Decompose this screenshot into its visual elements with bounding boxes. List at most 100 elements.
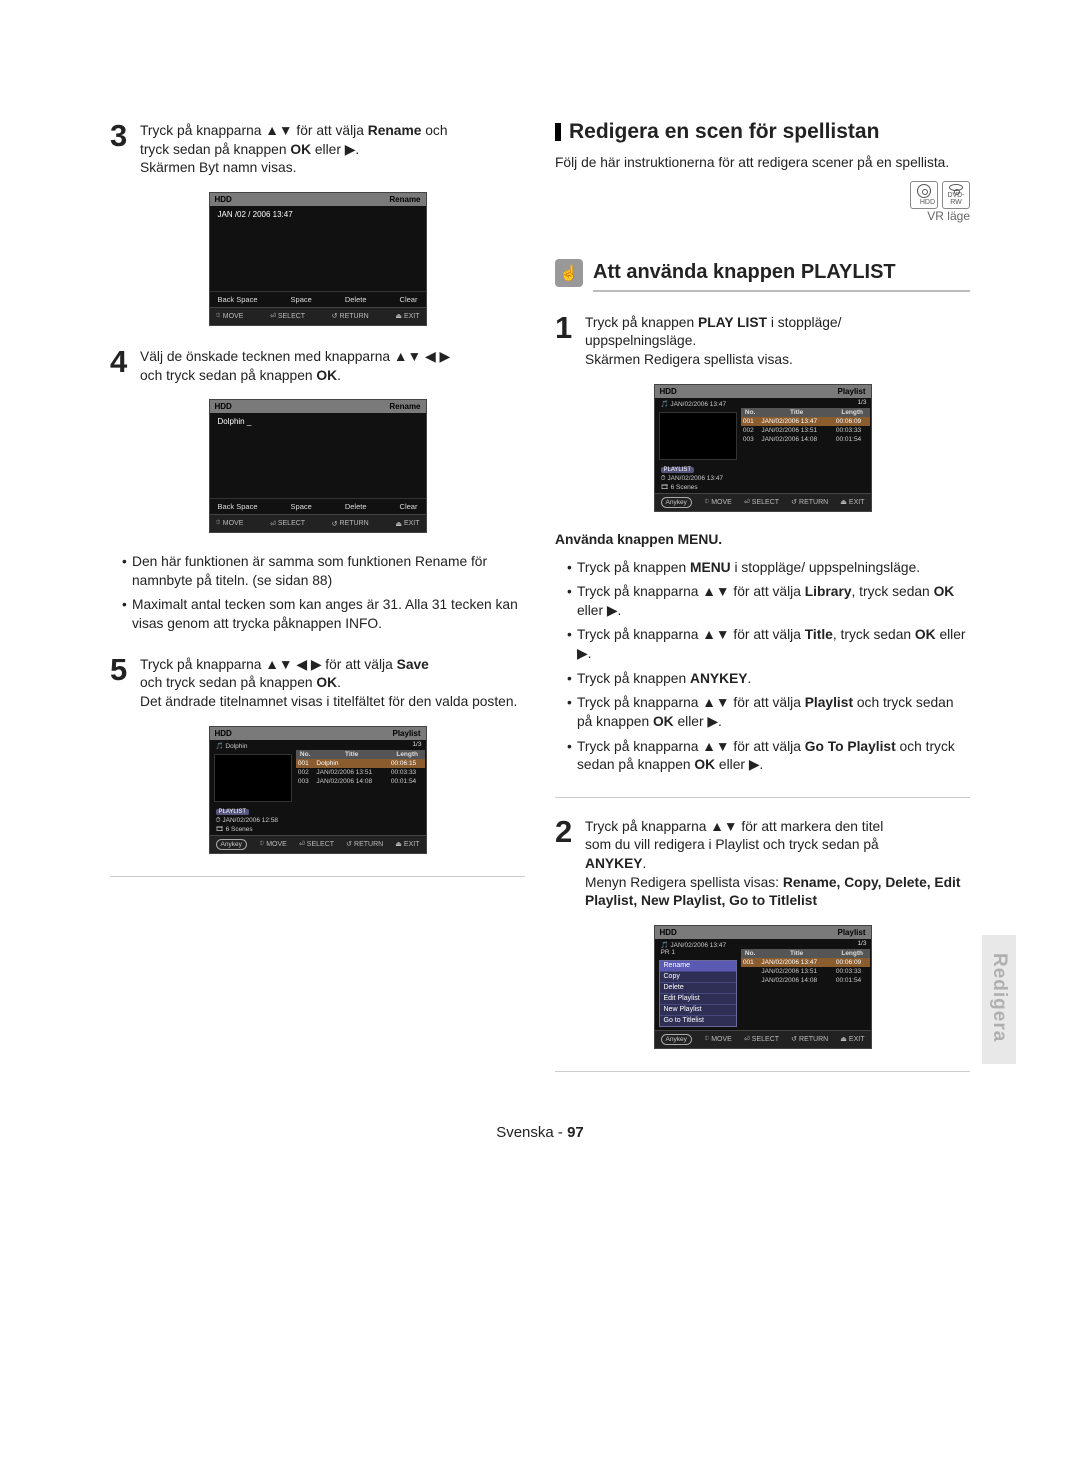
hdd-label: HDD bbox=[660, 387, 677, 396]
ctx-delete: Delete bbox=[660, 983, 736, 994]
playlist-table: No. Title Length 001JAN/02/2006 13:4700:… bbox=[741, 408, 871, 444]
clear-btn: Clear bbox=[400, 502, 418, 511]
subtitle: JAN/02/2006 13:47 bbox=[670, 401, 726, 408]
preview-box bbox=[214, 754, 292, 802]
col-no: No. bbox=[296, 750, 315, 759]
col-title: Title bbox=[759, 408, 833, 417]
count-label: 1/3 bbox=[741, 398, 871, 406]
clear-btn: Clear bbox=[400, 295, 418, 304]
select-hint: SELECT bbox=[278, 520, 305, 527]
note-item: Maximalt antal tecken som kan anges är 3… bbox=[122, 596, 525, 633]
note-item: Tryck på knapparna ▲▼ för att välja Libr… bbox=[567, 583, 970, 620]
col-title: Title bbox=[314, 750, 388, 759]
col-title: Title bbox=[759, 949, 833, 958]
exit-hint: EXIT bbox=[849, 1036, 865, 1043]
screen-title: Playlist bbox=[837, 387, 865, 396]
screen-buttons: Back Space Space Delete Clear bbox=[210, 498, 426, 514]
table-row: 003JAN/02/2006 14:0800:01:54 bbox=[741, 435, 871, 444]
step-2: 2 Tryck på knapparna ▲▼ för att markera … bbox=[555, 816, 970, 911]
delete-btn: Delete bbox=[345, 502, 367, 511]
section-title: Redigera en scen för spellistan bbox=[569, 120, 879, 144]
return-hint: RETURN bbox=[340, 313, 369, 320]
context-menu: Rename Copy Delete Edit Playlist New Pla… bbox=[659, 960, 737, 1027]
t: Tryck på knappen bbox=[585, 315, 698, 330]
playlist-tag: PLAYLIST bbox=[216, 809, 250, 815]
t: Skärmen Byt namn visas. bbox=[140, 160, 296, 175]
ok-label: OK bbox=[316, 675, 337, 690]
t: . bbox=[337, 675, 341, 690]
preview-box bbox=[659, 412, 737, 460]
col-length: Length bbox=[834, 408, 871, 417]
disc-hdd-icon: HDD bbox=[910, 181, 938, 209]
screen-footer: Anykey ⯐ MOVE ⏎ SELECT ↺ RETURN ⏏ EXIT bbox=[210, 835, 426, 853]
t: och tryck sedan på knappen bbox=[140, 368, 316, 383]
hdd-label: HDD bbox=[215, 402, 232, 411]
t: för att välja bbox=[321, 657, 396, 672]
t: Tryck på knapparna bbox=[140, 123, 265, 138]
screenshot-playlist-r1: HDD Playlist 🎵 JAN/02/2006 13:47 PLAYLIS… bbox=[654, 384, 872, 512]
col-no: No. bbox=[741, 408, 760, 417]
ctx-rename: Rename bbox=[660, 961, 736, 972]
step-number: 1 bbox=[555, 312, 577, 370]
anykey-pill: Anykey bbox=[661, 497, 692, 508]
date-label: JAN /02 / 2006 13:47 bbox=[218, 210, 293, 219]
t: Skärmen Redigera spellista visas. bbox=[585, 352, 793, 367]
step-number: 4 bbox=[110, 346, 132, 385]
col-length: Length bbox=[389, 750, 426, 759]
anykey-label: ANYKEY bbox=[585, 856, 643, 871]
arrows-icon: ▲▼ ◀ ▶ bbox=[265, 657, 321, 672]
subtitle: JAN/02/2006 13:47 PR 1 bbox=[661, 942, 727, 956]
playlist-table: No. Title Length 001Dolphin00:06:15 002J… bbox=[296, 750, 426, 786]
intro-text: Följ de här instruktionerna för att redi… bbox=[555, 154, 970, 173]
delete-btn: Delete bbox=[345, 295, 367, 304]
subtitle: Dolphin bbox=[225, 743, 247, 750]
col-no: No. bbox=[741, 949, 760, 958]
playlist-label: PLAY LIST bbox=[698, 315, 767, 330]
hand-icon: ☝ bbox=[555, 259, 583, 287]
t: Det ändrade titelnamnet visas i titelfäl… bbox=[140, 694, 517, 709]
disc-dvdrw-icon: DVD-RW bbox=[942, 181, 970, 209]
manual-page: 3 Tryck på knapparna ▲▼ för att välja Re… bbox=[0, 0, 1080, 1481]
screen-footer: Anykey ⯐ MOVE ⏎ SELECT ↺ RETURN ⏏ EXIT bbox=[655, 1030, 871, 1048]
playlist-tag: PLAYLIST bbox=[661, 467, 695, 473]
select-hint: SELECT bbox=[278, 313, 305, 320]
step-number: 5 bbox=[110, 654, 132, 712]
info-scenes: 6 Scenes bbox=[671, 484, 698, 491]
t: . bbox=[643, 856, 647, 871]
screen-footer: ⯐ MOVE ⏎ SELECT ↺ RETURN ⏏ EXIT bbox=[210, 307, 426, 325]
table-row: JAN/02/2006 14:0800:01:54 bbox=[741, 976, 871, 985]
screen-buttons: Back Space Space Delete Clear bbox=[210, 291, 426, 307]
menu-heading: Använda knappen MENU. bbox=[555, 532, 970, 547]
subsection-row: ☝ Att använda knappen PLAYLIST bbox=[555, 249, 970, 298]
space-btn: Space bbox=[291, 502, 312, 511]
screenshot-rename-1: HDD Rename JAN /02 / 2006 13:47 Back Spa… bbox=[209, 192, 427, 326]
t: för att välja bbox=[293, 123, 368, 138]
step-3: 3 Tryck på knapparna ▲▼ för att välja Re… bbox=[110, 120, 525, 178]
move-hint: MOVE bbox=[266, 841, 287, 848]
subsection-title: Att använda knappen PLAYLIST bbox=[593, 261, 970, 292]
vr-mode-label: VR läge bbox=[910, 209, 970, 223]
note-item: Tryck på knappen ANYKEY. bbox=[567, 670, 970, 689]
move-hint: MOVE bbox=[223, 520, 244, 527]
page-number: 97 bbox=[567, 1124, 584, 1141]
t: och bbox=[421, 123, 447, 138]
screen-footer: ⯐ MOVE ⏎ SELECT ↺ RETURN ⏏ EXIT bbox=[210, 514, 426, 532]
exit-hint: EXIT bbox=[404, 841, 420, 848]
step-4: 4 Välj de önskade tecknen med knapparna … bbox=[110, 346, 525, 385]
divider bbox=[555, 797, 970, 798]
t: som du vill redigera i Playlist och tryc… bbox=[585, 837, 879, 852]
step-text: Tryck på knapparna ▲▼ för att välja Rena… bbox=[140, 120, 448, 178]
move-hint: MOVE bbox=[711, 1036, 732, 1043]
note-item: Den här funktionen är samma som funktion… bbox=[122, 553, 525, 590]
step-text: Tryck på knapparna ▲▼ ◀ ▶ för att välja … bbox=[140, 654, 517, 712]
screen-title: Rename bbox=[389, 195, 420, 204]
hdd-label: HDD bbox=[215, 729, 232, 738]
t: uppspelningsläge. bbox=[585, 333, 696, 348]
t: Tryck på knapparna bbox=[140, 657, 265, 672]
table-row: 002JAN/02/2006 13:5100:03:33 bbox=[741, 426, 871, 435]
select-hint: SELECT bbox=[307, 841, 334, 848]
screen-title: Rename bbox=[389, 402, 420, 411]
table-row: 003JAN/02/2006 14:0800:01:54 bbox=[296, 777, 426, 786]
ctx-copy: Copy bbox=[660, 972, 736, 983]
info-date: JAN/02/2006 13:47 bbox=[667, 475, 723, 482]
